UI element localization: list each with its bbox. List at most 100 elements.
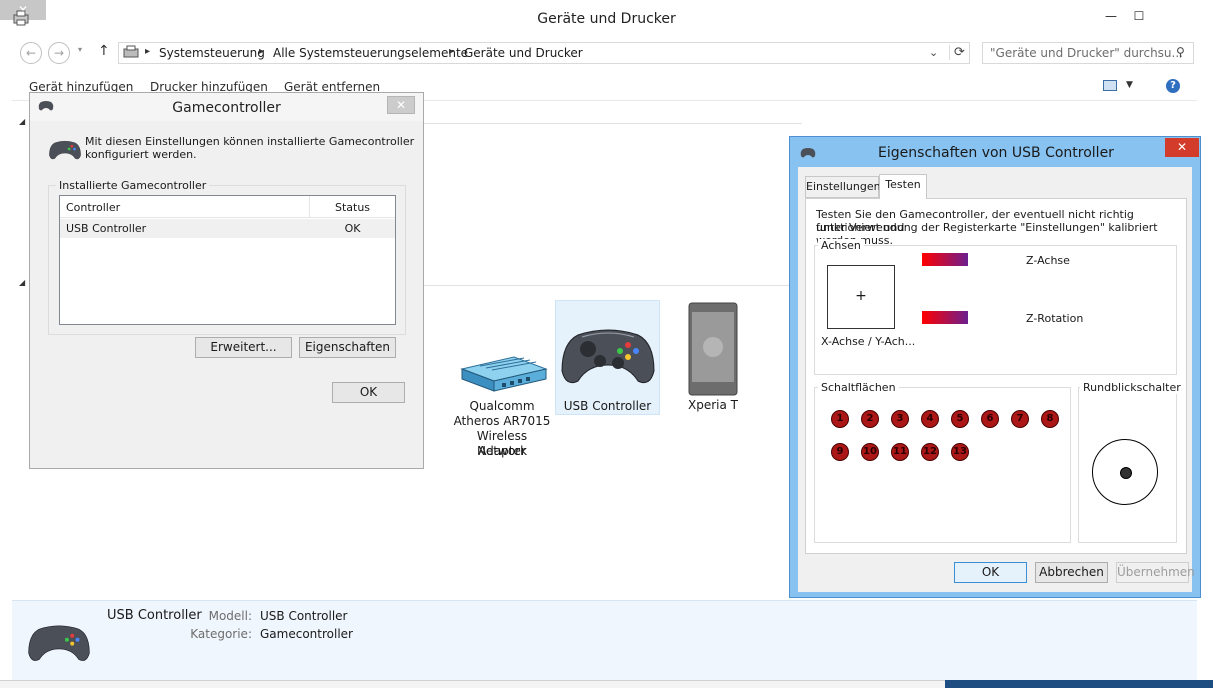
buttons-group-label: Schaltflächen (818, 381, 899, 394)
test-tab-page: Testen Sie den Gamecontroller, der event… (805, 198, 1187, 554)
maximize-button[interactable]: ☐ (1124, 6, 1154, 26)
tab-testen[interactable]: Testen (879, 174, 927, 199)
window-title: Geräte und Drucker (537, 11, 676, 27)
up-arrow-icon[interactable]: ↑ (98, 43, 110, 59)
column-header-controller[interactable]: Controller (60, 196, 310, 218)
address-row: ← → ▾ ↑ ▸ Systemsteuerung ▸ Alle Systems… (12, 38, 1197, 72)
group-collapse-icon[interactable]: ◢ (19, 278, 25, 287)
gamecontroller-dialog: Gamecontroller ✕ Mit diesen Einstellunge… (29, 92, 424, 469)
breadcrumb-systemsteuerung[interactable]: Systemsteuerung (159, 46, 265, 60)
router-label-line: Adapter (478, 444, 526, 458)
breadcrumb-separator: ▸ (449, 46, 455, 57)
gamecontroller-close-button[interactable]: ✕ (387, 96, 415, 114)
control-panel-icon (123, 45, 139, 61)
button-indicator: 9 (831, 443, 849, 461)
search-icon[interactable]: ⚲ (1176, 45, 1185, 59)
device-tile-router[interactable]: Qualcomm Atheros AR7015 Wireless Network… (450, 299, 554, 459)
z-axis-label: Z-Achse (1026, 254, 1070, 267)
controller-list[interactable]: Controller Status USB Controller OK (59, 195, 396, 325)
details-model-value: USB Controller (260, 609, 348, 623)
router-icon (450, 347, 554, 395)
group-collapse-icon[interactable]: ◢ (19, 117, 25, 126)
desktop-background-bottom (945, 680, 1213, 688)
group-divider (422, 285, 802, 286)
pov-hat-center-icon (1120, 467, 1132, 479)
properties-apply-button[interactable]: Übernehmen (1116, 562, 1195, 583)
button-indicator: 12 (921, 443, 939, 461)
taskbar-fragment (0, 680, 945, 688)
title-bar: Geräte und Drucker — ☐ ✕ (0, 0, 1213, 38)
properties-cancel-button[interactable]: Abbrechen (1035, 562, 1108, 583)
column-header-status[interactable]: Status (310, 196, 395, 218)
z-axis-bar (922, 253, 968, 266)
test-instruction: unter Verwendung der Registerkarte "Eins… (816, 221, 1158, 247)
button-indicator: 5 (951, 410, 969, 428)
gamecontroller-ok-button[interactable]: OK (332, 382, 405, 403)
properties-button[interactable]: Eigenschaften (299, 337, 396, 358)
pov-hat-group-label: Rundblickschalter (1080, 381, 1184, 394)
xperia-label: Xperia T (688, 398, 738, 412)
usb-controller-properties-dialog: Eigenschaften von USB Controller ✕ Einst… (789, 136, 1201, 598)
help-icon[interactable]: ? (1166, 79, 1180, 93)
gamecontroller-title-bar: Gamecontroller ✕ (30, 93, 423, 121)
properties-body: Einstellungen Testen Testen Sie den Game… (798, 167, 1195, 592)
properties-close-button[interactable]: ✕ (1165, 138, 1199, 157)
axes-group-label: Achsen (818, 239, 864, 252)
device-tile-usb-controller[interactable]: USB Controller (555, 300, 660, 415)
properties-ok-button[interactable]: OK (954, 562, 1027, 583)
view-options-icon[interactable] (1103, 80, 1117, 91)
button-indicator: 13 (951, 443, 969, 461)
details-pane: USB Controller Modell: USB Controller Ka… (12, 600, 1197, 680)
usb-controller-label: USB Controller (563, 399, 652, 413)
xy-axis-label: X-Achse / Y-Ach... (821, 335, 916, 348)
group-divider (422, 123, 802, 124)
controller-cell: USB Controller (66, 222, 147, 235)
minimize-button[interactable]: — (1096, 6, 1126, 26)
button-indicator: 10 (861, 443, 879, 461)
button-indicator: 7 (1011, 410, 1029, 428)
installed-controllers-label: Installierte Gamecontroller (56, 179, 210, 192)
details-device-icon (26, 615, 92, 671)
button-indicator: 8 (1041, 410, 1059, 428)
search-placeholder: "Geräte und Drucker" durchsu... (990, 46, 1183, 60)
details-category-label: Kategorie: (190, 627, 252, 641)
breadcrumb-separator: ▸ (145, 46, 151, 57)
address-dropdown-icon[interactable]: ⌄ (929, 46, 938, 59)
button-indicator: 11 (891, 443, 909, 461)
tab-einstellungen[interactable]: Einstellungen (805, 176, 881, 198)
back-icon[interactable]: ← (20, 42, 42, 64)
breadcrumb-alle-elemente[interactable]: Alle Systemsteuerungselemente (273, 46, 468, 60)
button-indicator: 2 (861, 410, 879, 428)
button-indicator: 6 (981, 410, 999, 428)
advanced-button[interactable]: Erweitert... (195, 337, 292, 358)
view-dropdown-icon[interactable]: ▼ (1126, 80, 1133, 90)
status-cell: OK (344, 222, 361, 235)
details-model-label: Modell: (208, 609, 252, 623)
button-indicator: 1 (831, 410, 849, 428)
xy-axis-box: + (827, 265, 895, 329)
pov-hat-indicator (1092, 439, 1158, 505)
address-bar[interactable]: ▸ Systemsteuerung ▸ Alle Systemsteuerung… (118, 42, 970, 64)
search-input[interactable]: "Geräte und Drucker" durchsu... ⚲ (982, 42, 1194, 64)
button-indicator: 3 (891, 410, 909, 428)
recent-chevron-icon[interactable]: ▾ (78, 45, 82, 54)
table-row[interactable]: USB Controller OK (60, 219, 395, 238)
properties-title: Eigenschaften von USB Controller (878, 145, 1114, 161)
xy-crosshair-icon: + (855, 288, 867, 304)
breadcrumb-separator: ▸ (259, 46, 265, 57)
z-rotation-label: Z-Rotation (1026, 312, 1084, 325)
router-label-line: Atheros AR7015 (453, 414, 551, 428)
phone-icon (688, 302, 738, 396)
refresh-icon[interactable]: ⟳ (949, 45, 969, 60)
z-rotation-bar (922, 311, 968, 324)
breadcrumb-geraete-drucker[interactable]: Geräte und Drucker (464, 46, 583, 60)
gamecontroller-title: Gamecontroller (172, 100, 281, 116)
button-indicator: 4 (921, 410, 939, 428)
router-label-line: Qualcomm (469, 399, 535, 413)
forward-icon[interactable]: → (48, 42, 70, 64)
gamepad-icon (558, 321, 658, 391)
buttons-group (814, 387, 1071, 543)
gamepad-description-icon (48, 137, 82, 166)
gamecontroller-description: Mit diesen Einstellungen können installi… (85, 135, 415, 148)
device-tile-xperia[interactable]: Xperia T (672, 300, 754, 415)
